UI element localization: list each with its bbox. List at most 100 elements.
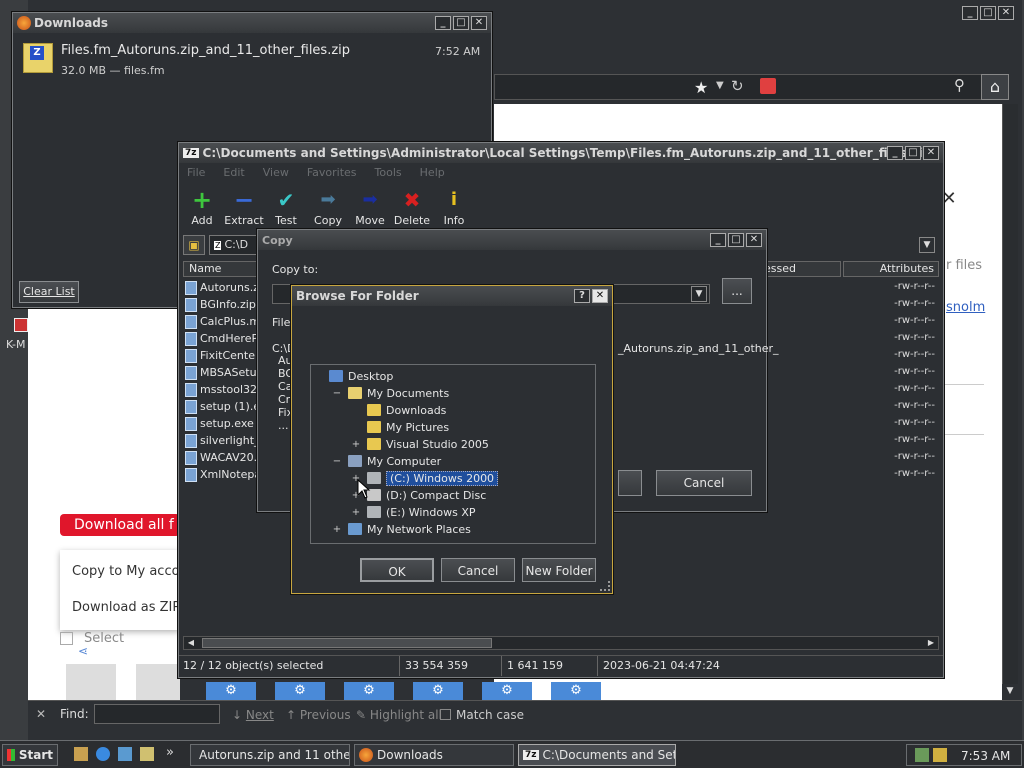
explorer-icon[interactable] (140, 747, 154, 761)
match-case-checkbox[interactable] (440, 709, 451, 720)
menu-copy-to-account[interactable]: Copy to My accou (72, 564, 188, 579)
delete-button[interactable]: ✖ Delete (389, 189, 435, 227)
tree-item-desktop[interactable]: Desktop (313, 368, 393, 384)
menu-tools[interactable]: Tools (375, 166, 402, 179)
task-downloads[interactable]: Downloads (354, 744, 514, 766)
menu-file[interactable]: File (187, 166, 205, 179)
menu-favorites[interactable]: Favorites (307, 166, 357, 179)
find-input[interactable] (94, 704, 220, 724)
scroll-left-icon[interactable]: ◀ (184, 637, 198, 649)
chevron-icon[interactable]: » (166, 745, 174, 760)
desktop-icon[interactable] (118, 747, 132, 761)
gear-icon[interactable]: ⚙ (413, 682, 463, 700)
expand-toggle-icon[interactable]: − (332, 388, 342, 399)
tray-app-icon[interactable] (933, 748, 947, 762)
ok-button[interactable]: OK (360, 558, 434, 582)
desktop-shortcut-icon[interactable] (14, 318, 28, 332)
minimize-button[interactable]: _ (435, 16, 451, 30)
maximize-button[interactable]: □ (453, 16, 469, 30)
dropdown-arrow-icon[interactable]: ▼ (716, 80, 724, 91)
new-folder-button[interactable]: New Folder (522, 558, 596, 582)
share-icon[interactable]: ⋖ (78, 644, 88, 658)
7zip-titlebar[interactable]: 7z C:\Documents and Settings\Administrat… (179, 143, 943, 163)
close-button[interactable]: ✕ (746, 233, 762, 247)
gear-icon[interactable]: ⚙ (206, 682, 256, 700)
folder-up-button[interactable]: ▣ (183, 235, 205, 255)
tree-item-e-windows-xp[interactable]: + (E:) Windows XP (351, 504, 476, 520)
gear-icon[interactable]: ⚙ (344, 682, 394, 700)
find-close-icon[interactable]: ✕ (36, 707, 46, 721)
tree-item-my-network-places[interactable]: + My Network Places (332, 521, 471, 537)
help-button[interactable]: ? (574, 289, 590, 303)
file-thumbnail[interactable] (66, 664, 116, 700)
close-button[interactable]: ✕ (471, 16, 487, 30)
tree-item-downloads[interactable]: Downloads (351, 402, 446, 418)
ie-icon[interactable] (96, 747, 110, 761)
download-file-name[interactable]: Files.fm_Autoruns.zip_and_11_other_files… (61, 43, 350, 58)
copy-button[interactable]: ➡ Copy (305, 189, 351, 227)
menu-edit[interactable]: Edit (223, 166, 244, 179)
test-button[interactable]: ✔ Test (263, 189, 309, 227)
cancel-button[interactable]: Cancel (441, 558, 515, 582)
start-button[interactable]: Start (2, 744, 58, 766)
home-button[interactable]: ⌂ (981, 74, 1009, 100)
desktop-icon-label[interactable]: K-M (6, 338, 26, 351)
expand-toggle-icon[interactable]: + (332, 524, 342, 535)
tree-item-visual-studio-2005[interactable]: + Visual Studio 2005 (351, 436, 489, 452)
reload-icon[interactable]: ↻ (731, 77, 744, 95)
search-icon[interactable]: ⚲ (954, 76, 965, 94)
minimize-button[interactable]: _ (887, 146, 903, 160)
maximize-button[interactable]: □ (728, 233, 744, 247)
expand-toggle-icon[interactable]: + (351, 439, 361, 450)
address-dropdown-icon[interactable]: ▼ (919, 237, 935, 253)
browser-scrollbar[interactable] (1002, 104, 1018, 684)
close-button[interactable]: ✕ (592, 289, 608, 303)
col-name-header[interactable]: Name (183, 261, 263, 277)
search-engine-icon[interactable] (760, 78, 776, 94)
bff-titlebar[interactable]: Browse For Folder (292, 286, 612, 306)
bookmark-star-icon[interactable]: ★ (694, 78, 708, 97)
clear-list-button[interactable]: Clear List (19, 281, 79, 303)
expand-toggle-icon[interactable]: + (351, 507, 361, 518)
quicklaunch-icon[interactable] (74, 747, 88, 761)
tree-item-my-documents[interactable]: − My Documents (332, 385, 449, 401)
maximize-button[interactable]: □ (980, 6, 996, 20)
col-attributes-header[interactable]: Attributes (843, 261, 939, 277)
gear-icon[interactable]: ⚙ (275, 682, 325, 700)
maximize-button[interactable]: □ (905, 146, 921, 160)
page-link[interactable]: snolm (946, 300, 985, 315)
copy-ok-button-partial[interactable] (618, 470, 642, 496)
scroll-down-icon[interactable]: ▼ (1002, 686, 1018, 700)
horizontal-scrollbar[interactable]: ◀ ▶ (183, 636, 939, 650)
copy-cancel-button[interactable]: Cancel (656, 470, 752, 496)
copy-to-dropdown-icon[interactable]: ▼ (691, 286, 707, 302)
downloads-titlebar[interactable]: Downloads (13, 13, 491, 33)
scroll-right-icon[interactable]: ▶ (924, 637, 938, 649)
gear-icon[interactable]: ⚙ (551, 682, 601, 700)
menu-download-zip[interactable]: Download as ZIP (72, 600, 180, 615)
add-button[interactable]: + Add (179, 188, 225, 227)
task-autoruns[interactable]: Autoruns.zip and 11 othe... (190, 744, 350, 766)
copy-titlebar[interactable]: Copy (258, 230, 766, 250)
info-button[interactable]: i Info (431, 189, 477, 227)
extract-button[interactable]: − Extract (221, 188, 267, 227)
scroll-thumb[interactable] (202, 638, 492, 648)
find-next-button[interactable]: ↓ Next (232, 708, 274, 722)
folder-tree[interactable]: Desktop − My Documents Downloads My Pictures… (310, 364, 596, 544)
col-accessed-header[interactable]: essed (757, 261, 841, 277)
browse-button[interactable]: ... (722, 278, 752, 304)
download-all-button[interactable]: Download all f (60, 514, 180, 536)
tray-network-icon[interactable] (915, 748, 929, 762)
task-7zip[interactable]: 7z C:\Documents and Set... (518, 744, 676, 766)
find-previous-button[interactable]: ↑ Previous (286, 708, 351, 722)
highlight-all-button[interactable]: ✎ Highlight all (356, 708, 442, 722)
close-button[interactable]: ✕ (923, 146, 939, 160)
minimize-button[interactable]: _ (962, 6, 978, 20)
gear-icon[interactable]: ⚙ (482, 682, 532, 700)
select-checkbox[interactable] (60, 632, 73, 645)
close-button[interactable]: ✕ (998, 6, 1014, 20)
tree-item-my-computer[interactable]: − My Computer (332, 453, 441, 469)
menu-help[interactable]: Help (420, 166, 445, 179)
file-thumbnail[interactable] (136, 664, 180, 700)
tree-item-d-compact-disc[interactable]: + (D:) Compact Disc (351, 487, 486, 503)
